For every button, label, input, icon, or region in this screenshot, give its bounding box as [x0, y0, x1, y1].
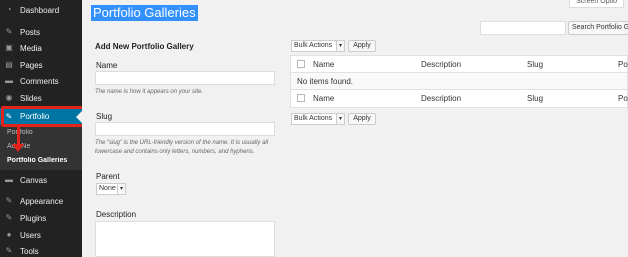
- main-content: Portfolio Galleries Screen Optio Search …: [82, 0, 628, 257]
- description-label: Description: [96, 210, 137, 219]
- bulk-actions-value: Bulk Actions: [294, 42, 333, 49]
- sidebar-item-label: Plugins: [20, 213, 47, 223]
- sidebar-item-label: Appearance: [20, 196, 64, 206]
- column-footer-slug[interactable]: Slug: [527, 94, 543, 103]
- chevron-down-icon: ▾: [336, 114, 344, 124]
- sidebar-item-canvas[interactable]: ▬ Canvas: [0, 172, 82, 188]
- slug-hint: The “slug” is the URL-friendly version o…: [95, 140, 269, 155]
- admin-sidebar: ◔ Dashboard ✎ Posts ▣ Media ▤ Pages ▬ Co…: [0, 0, 82, 257]
- sidebar-item-dashboard[interactable]: ◔ Dashboard: [0, 2, 82, 18]
- sidebar-item-label: Media: [20, 43, 42, 53]
- table-header-row: Name Description Slug Po: [291, 56, 628, 73]
- plugins-icon: ✎: [5, 213, 13, 222]
- search-button[interactable]: Search Portfolio Ga: [568, 21, 628, 35]
- sidebar-item-label: Dashboard: [20, 5, 60, 15]
- bulk-actions-select-bottom[interactable]: Bulk Actions ▾: [291, 113, 345, 125]
- sidebar-item-posts[interactable]: ✎ Posts: [0, 24, 82, 40]
- sidebar-item-pages[interactable]: ▤ Pages: [0, 57, 82, 73]
- select-all-checkbox-footer[interactable]: [297, 94, 305, 102]
- column-footer-posts[interactable]: Po: [618, 94, 628, 103]
- table-footer-row: Name Description Slug Po: [291, 90, 628, 107]
- column-footer-name[interactable]: Name: [313, 94, 334, 103]
- select-all-checkbox[interactable]: [297, 60, 305, 68]
- apply-button-bottom[interactable]: Apply: [348, 113, 376, 125]
- sidebar-item-users[interactable]: ● Users: [0, 227, 82, 243]
- column-footer-description[interactable]: Description: [421, 94, 461, 103]
- comments-icon: ▬: [5, 76, 13, 85]
- annotation-arrow: [17, 126, 20, 146]
- sidebar-item-plugins[interactable]: ✎ Plugins: [0, 210, 82, 226]
- name-label: Name: [96, 61, 118, 70]
- page-title: Portfolio Galleries: [91, 5, 198, 22]
- sidebar-item-tools[interactable]: ✎ Tools: [0, 243, 82, 257]
- bulk-actions-value: Bulk Actions: [294, 115, 333, 122]
- canvas-icon: ▬: [5, 175, 13, 184]
- column-header-name[interactable]: Name: [313, 60, 334, 69]
- description-textarea[interactable]: [95, 221, 275, 257]
- appearance-icon: ✎: [5, 196, 13, 205]
- users-icon: ●: [6, 230, 12, 239]
- sidebar-item-label: Slides: [20, 93, 42, 103]
- media-icon: ▣: [5, 43, 13, 52]
- sidebar-item-slides[interactable]: ◉ Slides: [0, 90, 82, 106]
- annotation-arrow-head: [12, 144, 24, 152]
- galleries-table: Name Description Slug Po No items found.…: [290, 55, 628, 108]
- parent-label: Parent: [96, 172, 120, 181]
- search-input[interactable]: [480, 21, 566, 35]
- sidebar-item-label: Pages: [20, 60, 43, 70]
- sidebar-item-comments[interactable]: ▬ Comments: [0, 73, 82, 89]
- chevron-down-icon: ▾: [117, 184, 125, 194]
- bulk-actions-select-top[interactable]: Bulk Actions ▾: [291, 40, 345, 52]
- empty-message: No items found.: [297, 77, 354, 86]
- sidebar-item-label: Posts: [20, 27, 41, 37]
- chevron-down-icon: ▾: [336, 41, 344, 51]
- column-header-slug[interactable]: Slug: [527, 60, 543, 69]
- sidebar-item-label: Comments: [20, 76, 59, 86]
- form-title: Add New Portfolio Gallery: [95, 42, 194, 51]
- screen-options-button[interactable]: Screen Optio: [569, 0, 624, 8]
- column-header-posts[interactable]: Po: [618, 60, 628, 69]
- submenu-item-portfolio-galleries[interactable]: Portfolio Galleries: [7, 157, 79, 164]
- slides-icon: ◉: [5, 93, 13, 102]
- sidebar-item-media[interactable]: ▣ Media: [0, 40, 82, 56]
- annotation-highlight-box: [1, 106, 92, 127]
- sidebar-item-label: Canvas: [20, 175, 48, 185]
- tools-icon: ✎: [5, 246, 13, 255]
- slug-label: Slug: [96, 112, 113, 121]
- pages-icon: ▤: [5, 60, 13, 69]
- name-hint: The name is how it appears on your site.: [95, 89, 204, 95]
- parent-select-value: None: [99, 185, 116, 192]
- sidebar-item-label: Users: [20, 230, 41, 240]
- slug-input[interactable]: [95, 122, 275, 136]
- parent-select[interactable]: None ▾: [96, 183, 126, 195]
- pin-icon: ✎: [5, 27, 13, 36]
- wp-admin-screen: ◔ Dashboard ✎ Posts ▣ Media ▤ Pages ▬ Co…: [0, 0, 628, 257]
- sidebar-item-label: Tools: [20, 246, 39, 256]
- table-row: No items found.: [291, 73, 627, 90]
- column-header-description[interactable]: Description: [421, 60, 461, 69]
- dashboard-icon: ◔: [6, 5, 12, 14]
- name-input[interactable]: [95, 71, 275, 85]
- apply-button-top[interactable]: Apply: [348, 40, 376, 52]
- sidebar-item-appearance[interactable]: ✎ Appearance: [0, 193, 82, 209]
